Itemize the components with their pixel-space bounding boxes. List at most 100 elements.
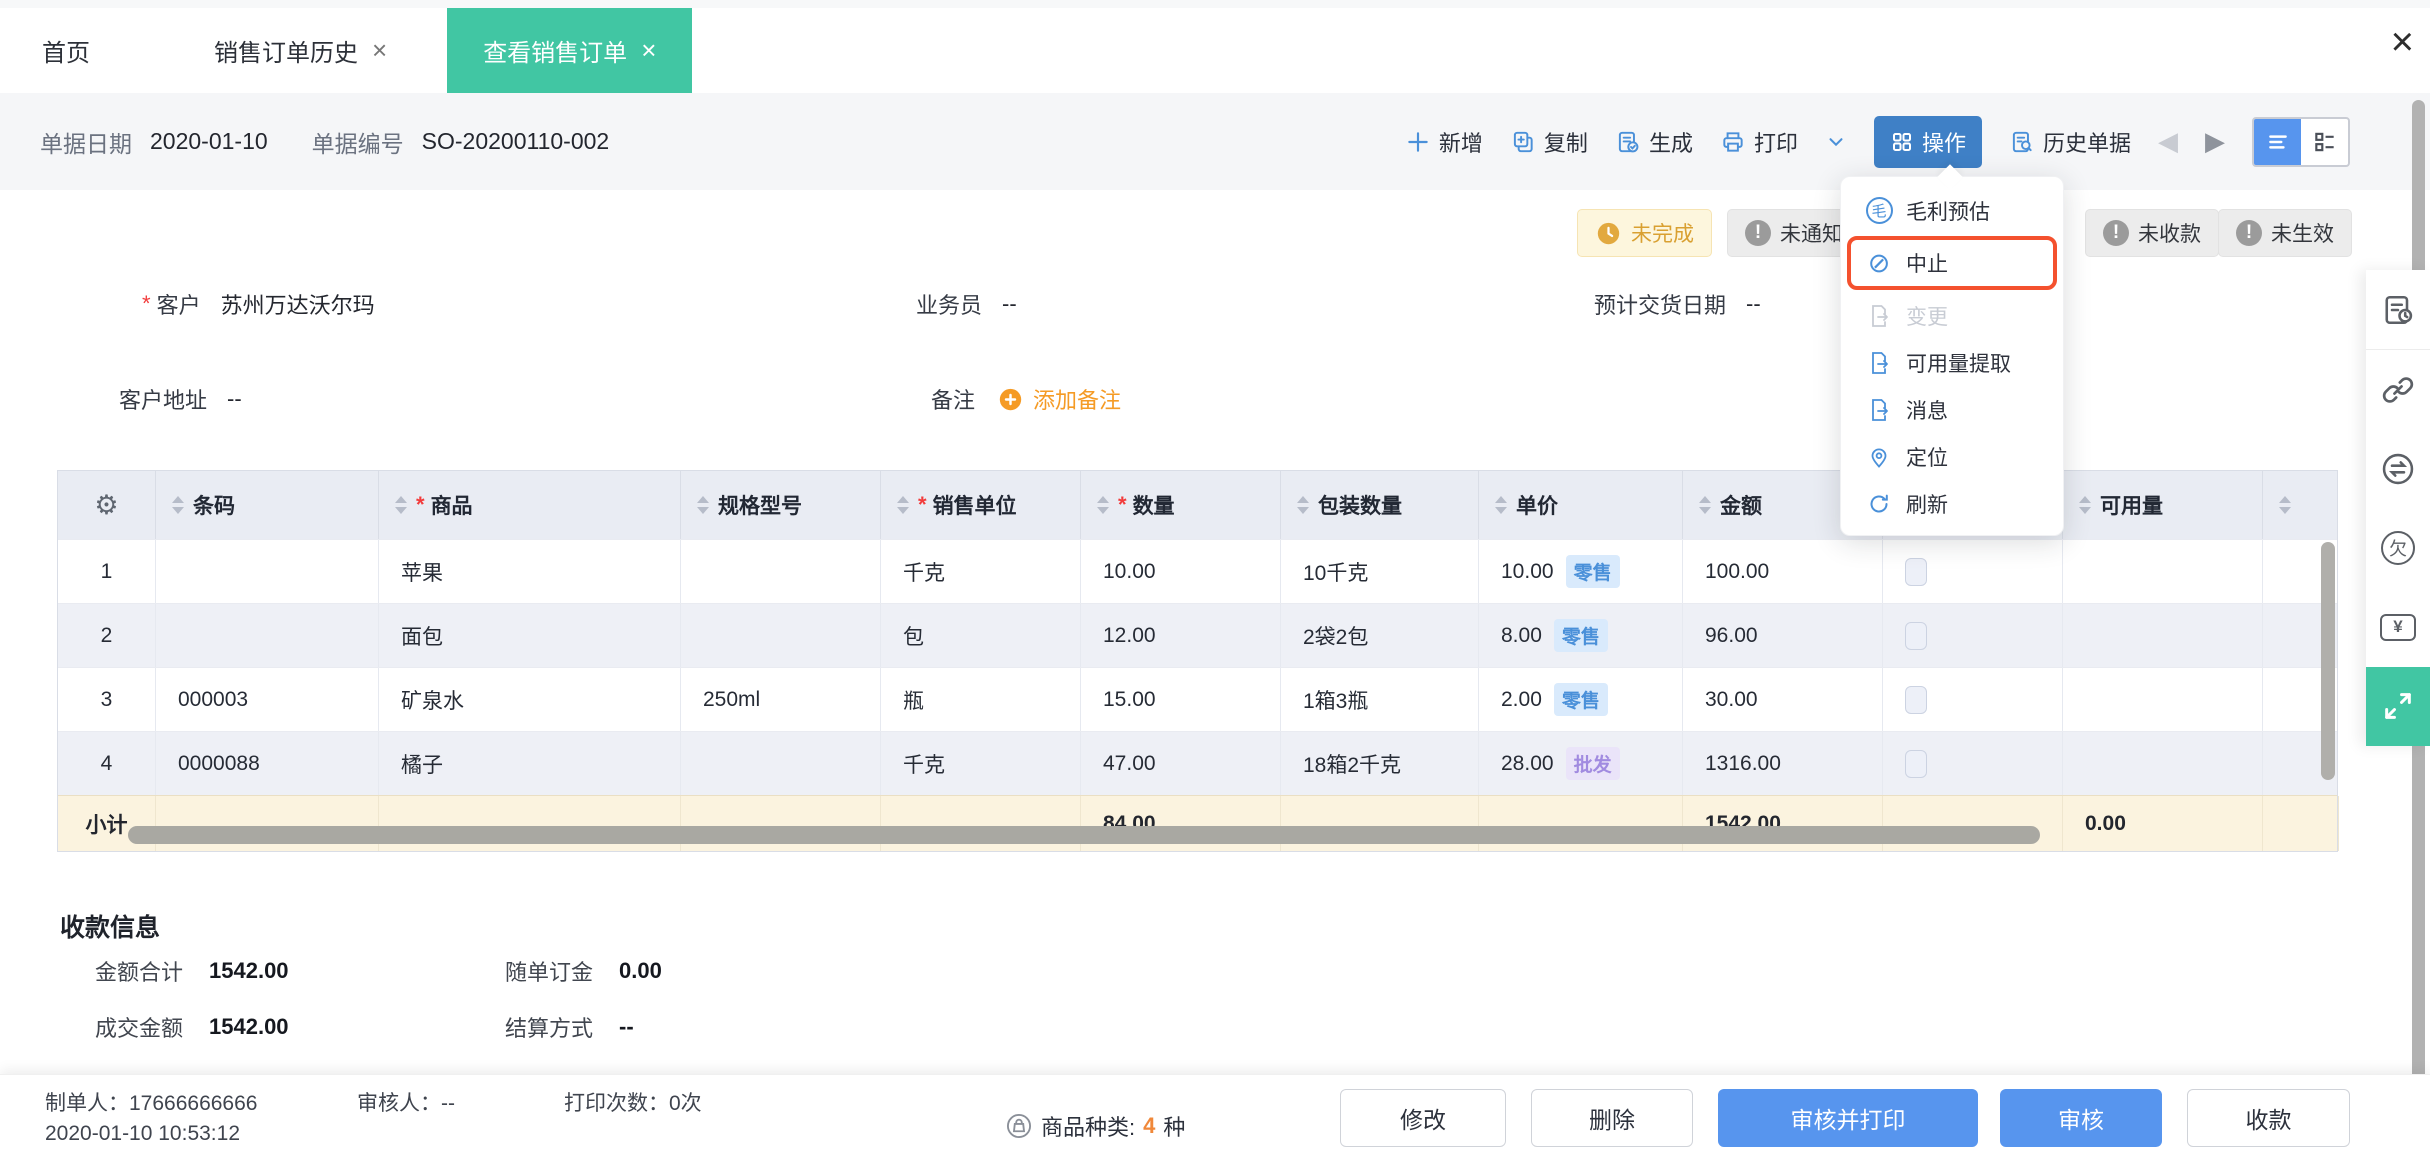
- list-view-button[interactable]: [2254, 118, 2301, 165]
- expand-button[interactable]: [2366, 666, 2430, 747]
- horizontal-scrollbar[interactable]: [128, 826, 2040, 844]
- row-checkbox[interactable]: [1905, 557, 1927, 586]
- exchange-icon: [2382, 453, 2414, 485]
- price-type-badge: 零售: [1553, 683, 1608, 716]
- sort-icon[interactable]: [1699, 496, 1711, 514]
- generate-button[interactable]: 生成: [1615, 126, 1693, 158]
- row-checkbox[interactable]: [1905, 749, 1927, 778]
- audit-button[interactable]: 审核: [2000, 1089, 2162, 1147]
- product-cell: 橘子: [379, 732, 681, 795]
- header-partial: [2263, 471, 2339, 539]
- row-checkbox[interactable]: [1905, 685, 1927, 714]
- header-qty: * 数量: [1081, 471, 1281, 539]
- tab-label: 销售订单历史: [214, 40, 358, 67]
- amount-total-field: 金额合计 1542.00: [95, 958, 289, 985]
- card-view-icon: [2314, 132, 2334, 151]
- tab-home[interactable]: 首页: [6, 8, 126, 93]
- order-log-button[interactable]: [2366, 270, 2430, 351]
- header-spec: 规格型号: [681, 471, 881, 539]
- sort-icon[interactable]: [395, 496, 407, 514]
- remark-field: 备注 添加备注: [931, 383, 1121, 415]
- amount-total-value: 1542.00: [209, 958, 289, 983]
- plus-circle-icon: [999, 388, 1022, 410]
- tab-bar: 首页 销售订单历史 × 查看销售订单 ×: [0, 8, 2430, 93]
- history-docs-button[interactable]: 历史单据: [2009, 126, 2131, 158]
- header-price: 单价: [1479, 471, 1683, 539]
- menu-item-refresh[interactable]: 刷新: [1841, 480, 2063, 527]
- menu-item-locate[interactable]: 定位: [1841, 433, 2063, 480]
- prev-doc-arrow-icon[interactable]: ◀: [2158, 126, 2178, 157]
- doc-date-value: 2020-01-10: [150, 128, 268, 154]
- menu-item-profit-estimate[interactable]: 毛 毛利预估: [1841, 187, 2063, 234]
- price-cell: 8.00 零售: [1479, 604, 1683, 667]
- locate-pin-icon: [1871, 448, 1887, 468]
- abort-icon: ⊘: [1867, 247, 1891, 278]
- copy-icon: [1513, 131, 1533, 152]
- price-cell: 2.00 零售: [1479, 668, 1683, 731]
- sort-icon[interactable]: [1297, 496, 1309, 514]
- debt-button[interactable]: 欠: [2366, 509, 2430, 588]
- tab-view-sales-order[interactable]: 查看销售订单 ×: [447, 8, 693, 93]
- deposit-value: 0.00: [619, 958, 662, 983]
- gear-icon[interactable]: ⚙: [94, 490, 118, 521]
- tab-label: 首页: [42, 40, 90, 67]
- table-vertical-scrollbar[interactable]: [2321, 542, 2335, 780]
- print-icon: [1723, 131, 1743, 152]
- tab-sales-order-history[interactable]: 销售订单历史 ×: [178, 8, 423, 93]
- expand-icon: [2385, 693, 2411, 720]
- product-cell: 矿泉水: [379, 668, 681, 731]
- print-count-info: 打印次数：0次: [564, 1092, 702, 1115]
- card-view-button[interactable]: [2301, 119, 2348, 165]
- price-type-badge: 零售: [1565, 555, 1620, 588]
- sort-icon[interactable]: [2079, 496, 2091, 514]
- row-checkbox[interactable]: [1905, 621, 1927, 650]
- add-remark-button[interactable]: 添加备注: [997, 383, 1121, 415]
- sort-icon[interactable]: [172, 496, 184, 514]
- tab-label: 查看销售订单: [483, 40, 628, 67]
- sort-icon[interactable]: [1097, 496, 1109, 514]
- next-doc-arrow-icon[interactable]: ▶: [2205, 126, 2225, 157]
- customer-field: * 客户 苏州万达沃尔玛: [142, 288, 375, 320]
- sort-icon[interactable]: [897, 496, 909, 514]
- audit-and-print-button[interactable]: 审核并打印: [1718, 1089, 1978, 1147]
- doc-date-label: 单据日期: [40, 130, 132, 157]
- chevron-down-icon[interactable]: [1825, 131, 1847, 153]
- menu-item-message[interactable]: 消息: [1841, 386, 2063, 433]
- menu-item-available-extract[interactable]: 可用量提取: [1841, 339, 2063, 386]
- close-icon[interactable]: ×: [372, 35, 387, 66]
- header-product: * 商品: [379, 471, 681, 539]
- right-sidebar: 欠 ¥: [2366, 270, 2430, 747]
- related-docs-button[interactable]: [2366, 350, 2430, 429]
- sort-icon[interactable]: [1495, 496, 1507, 514]
- menu-item-abort[interactable]: ⊘ 中止: [1847, 236, 2057, 290]
- sort-icon[interactable]: [2279, 496, 2291, 514]
- sort-icon[interactable]: [697, 496, 709, 514]
- exclaim-icon: !: [2236, 220, 2262, 246]
- salesman-field: 业务员 --: [916, 291, 1017, 318]
- doc-clock-icon: [2385, 295, 2413, 324]
- new-button[interactable]: 新增: [1405, 126, 1483, 158]
- receive-payment-button[interactable]: 收款: [2187, 1089, 2350, 1147]
- modify-button[interactable]: 修改: [1340, 1089, 1506, 1147]
- creator-value: 17666666666: [129, 1092, 258, 1115]
- window-close-icon[interactable]: ×: [2391, 22, 2414, 62]
- transfer-button[interactable]: [2366, 429, 2430, 508]
- close-icon[interactable]: ×: [641, 35, 656, 66]
- toolbar: 单据日期 2020-01-10 单据编号 SO-20200110-002 新增 …: [0, 93, 2430, 190]
- exclaim-icon: !: [2103, 220, 2129, 246]
- product-cell: 面包: [379, 604, 681, 667]
- deposit-field: 随单订金 0.00: [505, 958, 662, 985]
- print-button[interactable]: 打印: [1720, 126, 1798, 158]
- money-button[interactable]: ¥: [2366, 588, 2430, 667]
- required-asterisk: *: [1118, 492, 1127, 517]
- refresh-icon: [1870, 494, 1888, 512]
- creator-info: 制单人：17666666666: [45, 1092, 258, 1115]
- table-row: 2 面包 包 12.00 2袋2包 8.00 零售 96.00: [58, 603, 2337, 667]
- action-button[interactable]: 操作: [1873, 115, 1982, 168]
- delete-button[interactable]: 删除: [1531, 1089, 1693, 1147]
- copy-button[interactable]: 复制: [1510, 126, 1588, 158]
- extract-icon: [1872, 351, 1888, 374]
- deal-amount-value: 1542.00: [209, 1014, 289, 1039]
- change-doc-icon: [1872, 304, 1888, 327]
- required-asterisk: *: [416, 492, 425, 517]
